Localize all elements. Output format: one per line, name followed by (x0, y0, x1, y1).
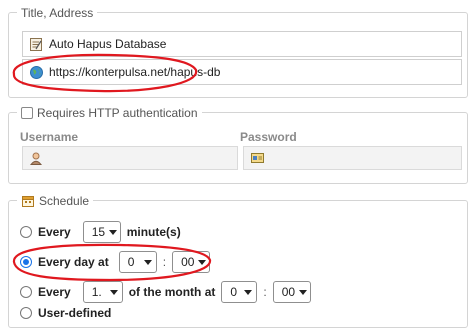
schedule-monthly-row: Every 1. of the month at 0 : 00 (20, 281, 311, 303)
schedule-every-minutes-row: Every 15 minute(s) (20, 221, 181, 243)
http-auth-checkbox[interactable] (21, 107, 33, 119)
every-day-separator: : (162, 255, 167, 269)
address-value: https://konterpulsa.net/hapus-db (49, 65, 221, 79)
chevron-down-icon (244, 289, 253, 295)
monthly-day-value: 1. (91, 285, 102, 299)
minutes-interval-value: 15 (91, 225, 106, 239)
monthly-hour-select[interactable]: 0 (221, 281, 258, 303)
password-input[interactable] (243, 146, 462, 170)
http-auth-legend: Requires HTTP authentication (17, 105, 202, 121)
every-day-label: Every day at (38, 255, 109, 269)
chevron-down-icon (299, 289, 308, 295)
user-defined-label: User-defined (38, 306, 112, 320)
every-day-minute-value: 00 (181, 255, 195, 269)
monthly-minute-select[interactable]: 00 (272, 281, 311, 303)
monthly-label: Every (38, 285, 71, 299)
globe-icon (29, 65, 43, 79)
password-label: Password (240, 130, 297, 144)
address-input[interactable]: https://konterpulsa.net/hapus-db (22, 59, 462, 85)
every-day-hour-select[interactable]: 0 (118, 251, 157, 273)
calendar-icon (21, 194, 35, 208)
title-value: Auto Hapus Database (49, 37, 167, 51)
schedule-every-day-row: Every day at 0 : 00 (20, 251, 211, 273)
title-address-legend-text: Title, Address (21, 6, 94, 20)
schedule-legend: Schedule (17, 193, 94, 209)
minutes-unit-label: minute(s) (126, 225, 181, 239)
monthly-middle-label: of the month at (128, 285, 216, 299)
monthly-day-select[interactable]: 1. (82, 281, 123, 303)
every-minutes-label: Every (38, 225, 71, 239)
monthly-separator: : (263, 285, 267, 299)
key-card-icon (250, 151, 264, 165)
every-day-radio[interactable] (20, 256, 32, 268)
chevron-down-icon (198, 259, 207, 265)
every-day-minute-select[interactable]: 00 (172, 251, 211, 273)
title-address-legend: Title, Address (17, 5, 98, 21)
chevron-down-icon (109, 289, 118, 295)
username-label: Username (20, 130, 79, 144)
user-icon (29, 151, 43, 165)
chevron-down-icon (143, 259, 152, 265)
schedule-user-defined-row: User-defined (20, 306, 111, 320)
user-defined-radio[interactable] (20, 307, 32, 319)
document-icon (29, 37, 43, 51)
http-auth-legend-text: Requires HTTP authentication (37, 106, 198, 120)
every-day-hour-value: 0 (127, 255, 135, 269)
chevron-down-icon (109, 229, 118, 235)
schedule-legend-text: Schedule (39, 194, 90, 208)
minutes-interval-select[interactable]: 15 (82, 221, 121, 243)
monthly-hour-value: 0 (230, 285, 238, 299)
username-input[interactable] (22, 146, 238, 170)
every-minutes-radio[interactable] (20, 226, 32, 238)
monthly-minute-value: 00 (281, 285, 296, 299)
title-input[interactable]: Auto Hapus Database (22, 31, 462, 57)
monthly-radio[interactable] (20, 286, 32, 298)
